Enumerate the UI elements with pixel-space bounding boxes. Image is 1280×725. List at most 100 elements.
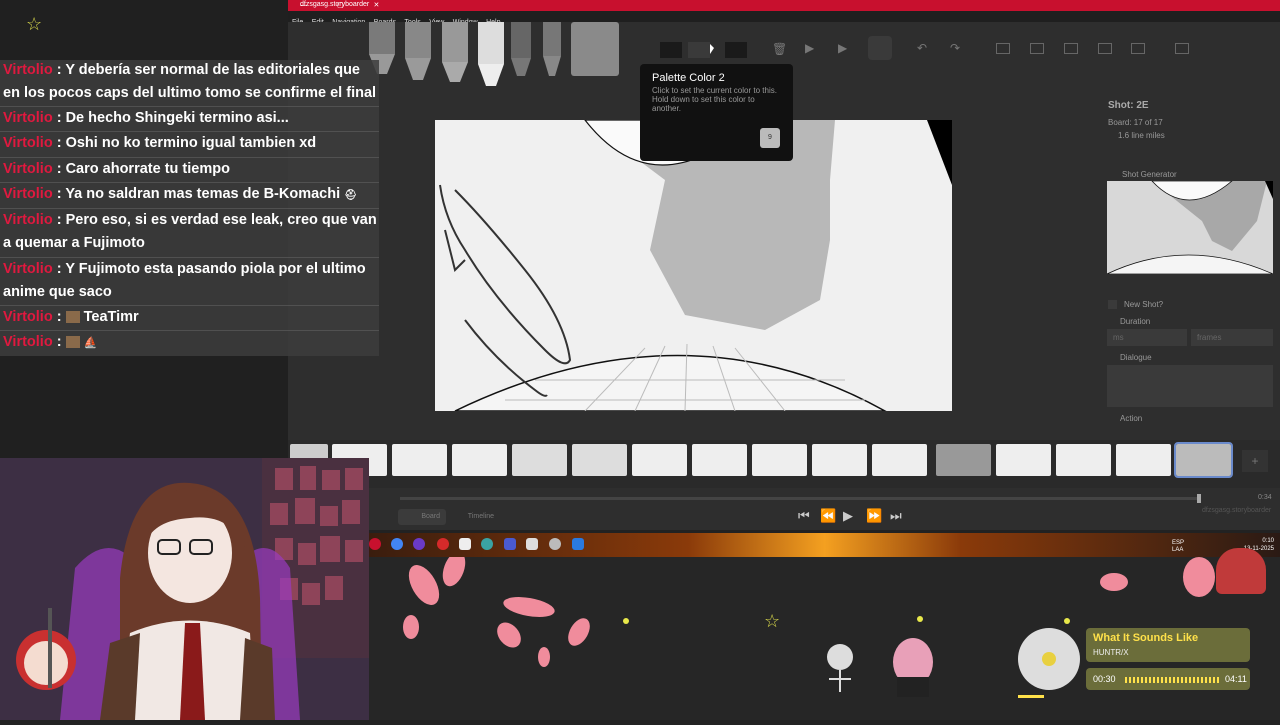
emote-icon: ⛑ [344, 190, 357, 201]
palette-tooltip: Palette Color 2 Click to set the current… [640, 64, 793, 161]
duration-frames-input[interactable]: frames [1191, 329, 1273, 346]
globe-icon[interactable] [481, 538, 493, 550]
eraser-pen-tool-icon[interactable] [511, 22, 531, 76]
music-widget: What It Sounds Like HUNTR/X 00:30 04:11 [1018, 626, 1250, 692]
stream-background-left [0, 356, 288, 458]
drawing-tools[interactable] [365, 22, 625, 90]
board-view-tab[interactable]: Board [398, 509, 446, 525]
app-icon[interactable] [504, 538, 516, 550]
board-thumb-3[interactable] [392, 444, 447, 476]
board-thumb-13[interactable] [996, 444, 1051, 476]
language-code: ESP [1172, 540, 1185, 546]
palette-color-1[interactable] [660, 42, 682, 58]
song-progress-fill [1018, 695, 1044, 698]
onion-skin-icon[interactable] [1098, 43, 1112, 54]
window-controls[interactable]: — ▢ ✕ [300, 1, 1272, 9]
chat-message: Virtolio : Pero eso, si es verdad ese le… [3, 212, 377, 251]
record-icon[interactable] [369, 538, 381, 550]
palette-color-2[interactable] [688, 42, 710, 58]
timeline-playhead[interactable] [1197, 494, 1201, 503]
chat-username: Virtolio [3, 309, 53, 325]
dialogue-textarea[interactable] [1107, 365, 1273, 407]
capture-icon[interactable] [1131, 43, 1145, 54]
language-region: LAA [1172, 547, 1184, 553]
redo-icon[interactable]: ↷ [950, 41, 960, 55]
drawing-canvas[interactable] [435, 120, 952, 411]
select-icon[interactable]: ▶ [838, 41, 847, 55]
star-icon: ☆ [26, 14, 43, 34]
undo-icon[interactable]: ↶ [917, 41, 927, 55]
mini-avatar-icon [1216, 548, 1266, 594]
emote-icon: ⛵ [83, 337, 98, 349]
board-thumb-6[interactable] [572, 444, 627, 476]
storyboarder-taskbar-icon[interactable] [572, 538, 584, 550]
obs-icon[interactable] [413, 538, 425, 550]
board-thumb-5[interactable] [512, 444, 567, 476]
settings-icon[interactable] [459, 538, 471, 550]
skip-end-icon[interactable]: ⏭ [890, 508, 902, 524]
duration-ms-input[interactable]: ms [1107, 329, 1187, 346]
chrome-icon[interactable] [391, 538, 403, 550]
tooltip-body: Click to set the current color to this. … [652, 86, 777, 113]
rewind-icon[interactable]: ⏪ [820, 508, 836, 524]
board-thumb-9[interactable] [752, 444, 807, 476]
language-indicator[interactable]: ESP LAA [1172, 540, 1184, 554]
chat-text: Oshi no ko termino igual tambien xd [65, 135, 317, 151]
board-thumb-15[interactable] [1116, 444, 1171, 476]
trash-icon[interactable]: 🗑 [772, 42, 787, 56]
svg-text:☆: ☆ [764, 611, 780, 632]
board-thumb-8[interactable] [692, 444, 747, 476]
timeline-view-tab[interactable]: Timeline [452, 509, 500, 525]
chat-text: Ya no saldran mas temas de B-Komachi [65, 186, 341, 202]
audio-visualizer [1125, 677, 1221, 683]
opera-icon[interactable] [437, 538, 449, 550]
board-thumb-14[interactable] [1056, 444, 1111, 476]
grid-icon[interactable] [1030, 43, 1044, 54]
chat-username: Virtolio [3, 62, 53, 78]
clock-time: 0:10 [1262, 538, 1274, 544]
board-thumb-12[interactable] [936, 444, 991, 476]
album-art-center [1042, 652, 1056, 666]
pen-tool-icon[interactable] [405, 22, 431, 80]
lasso-icon[interactable] [868, 36, 892, 60]
steam-icon[interactable] [549, 538, 561, 550]
chat-text: TeaTimr [83, 309, 139, 325]
eraser-tool-icon[interactable] [571, 22, 619, 76]
chat-text: De hecho Shingeki termino asi... [65, 110, 289, 126]
timeline-scrubber[interactable] [400, 497, 1200, 500]
move-icon[interactable]: ▶ [805, 41, 814, 55]
photoshop-icon[interactable] [1175, 43, 1189, 54]
board-counter: Board: 17 of 17 [1108, 118, 1163, 127]
play-icon[interactable]: ▶ [843, 508, 853, 524]
cat-emote-icon [65, 336, 80, 349]
timeline-time: 0:34 [1258, 494, 1272, 501]
chat-text: Y debería ser normal de las editoriales … [3, 62, 377, 101]
song-elapsed: 00:30 [1093, 674, 1116, 684]
new-shot-label: New Shot? [1124, 300, 1164, 309]
marker-tool-icon[interactable] [478, 22, 504, 86]
palette-color-3[interactable] [725, 42, 747, 58]
board-thumb-4[interactable] [452, 444, 507, 476]
add-board-button[interactable]: + [1242, 450, 1268, 472]
shot-generator-preview[interactable] [1107, 181, 1273, 274]
stream-background-top [0, 0, 288, 60]
chat-username: Virtolio [3, 334, 53, 350]
chat-username: Virtolio [3, 212, 53, 228]
tooltip-title: Palette Color 2 [652, 72, 725, 84]
layer-icon[interactable] [996, 43, 1010, 54]
fast-forward-icon[interactable]: ⏩ [866, 508, 882, 524]
chat-message: Virtolio : Y Fujimoto esta pasando piola… [3, 261, 366, 300]
brush-tool-icon[interactable] [442, 22, 468, 82]
cat-emote-icon [65, 311, 80, 324]
gallery-icon[interactable] [526, 538, 538, 550]
board-thumb-10[interactable] [812, 444, 867, 476]
board-thumb-11[interactable] [872, 444, 927, 476]
new-shot-checkbox[interactable] [1108, 300, 1117, 309]
board-thumb-16-selected[interactable] [1174, 442, 1233, 478]
dialogue-label: Dialogue [1120, 353, 1152, 362]
board-thumb-7[interactable] [632, 444, 687, 476]
guide-icon[interactable] [1064, 43, 1078, 54]
song-title: What It Sounds Like [1093, 632, 1199, 644]
fine-pen-tool-icon[interactable] [543, 22, 561, 76]
skip-start-icon[interactable]: ⏮ [798, 508, 810, 524]
